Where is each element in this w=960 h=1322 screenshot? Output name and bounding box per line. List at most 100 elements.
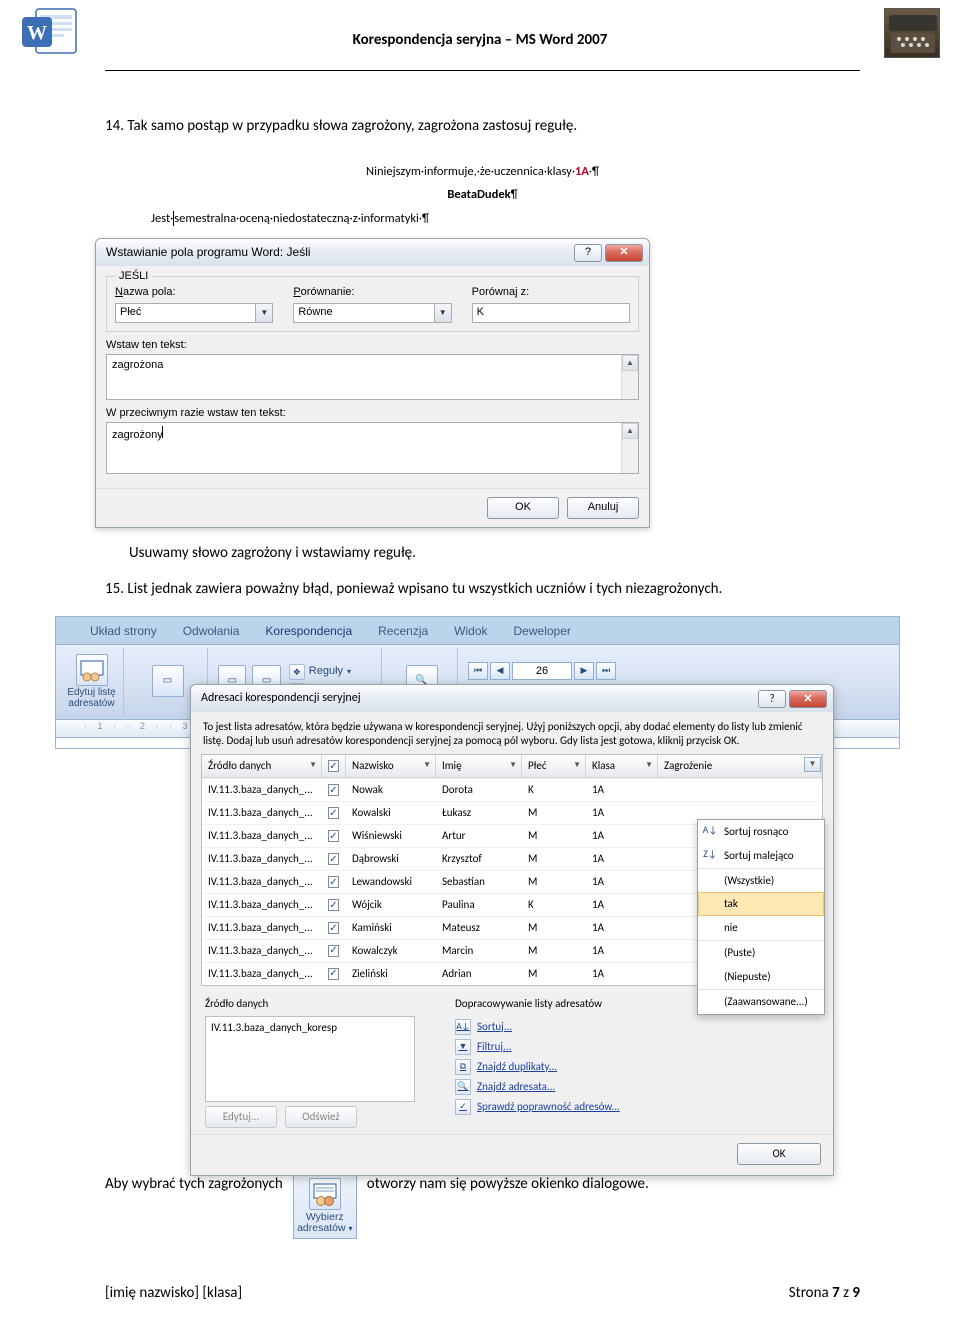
cell-firstname: Artur <box>436 825 522 847</box>
tab-mailings[interactable]: Korespondencja <box>261 620 356 643</box>
col-firstname[interactable]: Imię▼ <box>436 755 522 777</box>
scrollbar[interactable]: ▲ <box>621 355 638 399</box>
chevron-down-icon[interactable]: ▼ <box>645 760 653 772</box>
cell-check[interactable]: ✓ <box>322 871 346 893</box>
col-source[interactable]: Źródło danych▼ <box>202 755 322 777</box>
prev-record-button[interactable]: ◀ <box>490 662 510 680</box>
chevron-down-icon[interactable]: ▼ <box>309 760 317 772</box>
checkbox-icon[interactable]: ✓ <box>328 968 339 980</box>
filter-all-item[interactable]: (Wszystkie) <box>698 868 824 893</box>
col-risk[interactable]: Zagrożenie▼ <box>658 755 822 777</box>
checkbox-icon[interactable]: ✓ <box>328 760 339 772</box>
insert-text-input[interactable]: zagrożona ▲ <box>106 354 639 400</box>
filter-empty-item[interactable]: (Puste) <box>698 940 824 965</box>
select-recipients-button[interactable]: Wybierz adresatów ▾ <box>293 1174 357 1239</box>
input-value: zagrożona <box>112 359 163 371</box>
dialog-titlebar[interactable]: Adresaci korespondencji seryjnej ? ✕ <box>191 685 833 712</box>
help-button[interactable]: ? <box>758 690 786 708</box>
tab-references[interactable]: Odwołania <box>179 620 244 643</box>
compare-with-input[interactable]: K <box>472 303 630 323</box>
data-source-list[interactable]: IV.11.3.baza_danych_koresp <box>205 1016 415 1102</box>
cell-check[interactable]: ✓ <box>322 894 346 916</box>
ok-button[interactable]: OK <box>487 497 559 519</box>
else-text-input[interactable]: zagrożony ▲ <box>106 422 639 474</box>
checkbox-icon[interactable]: ✓ <box>328 807 339 819</box>
validate-icon: ✓ <box>455 1099 471 1115</box>
chevron-down-icon[interactable]: ▼ <box>434 304 451 322</box>
cell-check[interactable]: ✓ <box>322 802 346 824</box>
bottom-para-post: otworzy nam się powyższe okienko dialogo… <box>367 1174 649 1196</box>
cell-check[interactable]: ✓ <box>322 848 346 870</box>
chevron-down-icon[interactable]: ▼ <box>509 760 517 772</box>
tab-developer[interactable]: Deweloper <box>510 620 575 643</box>
close-button[interactable]: ✕ <box>789 690 827 708</box>
tab-view[interactable]: Widok <box>450 620 491 643</box>
col-class[interactable]: Klasa▼ <box>586 755 658 777</box>
tab-review[interactable]: Recenzja <box>374 620 432 643</box>
edit-source-button[interactable]: Edytuj... <box>205 1106 277 1128</box>
cell-class: 1A <box>586 779 658 801</box>
chevron-down-icon[interactable]: ▼ <box>423 760 431 772</box>
dialog-titlebar[interactable]: Wstawianie pola programu Word: Jeśli ? ✕ <box>96 239 649 266</box>
checkbox-icon[interactable]: ✓ <box>328 922 339 934</box>
link-label: Sprawdź poprawność adresów... <box>477 1099 620 1115</box>
field-name-combo[interactable]: Płeć ▼ <box>115 303 273 323</box>
cell-check[interactable]: ✓ <box>322 963 346 985</box>
scroll-up-icon[interactable]: ▲ <box>622 423 638 439</box>
cell-source: IV.11.3.baza_danych_... <box>202 825 322 847</box>
sort-desc-icon: Z↓ <box>702 847 718 863</box>
refresh-source-button[interactable]: Odśwież <box>285 1106 357 1128</box>
cancel-button[interactable]: Anuluj <box>567 497 639 519</box>
paragraph-14: 14. Tak samo postąp w przypadku słowa za… <box>105 116 860 138</box>
filter-advanced-item[interactable]: (Zaawansowane...) <box>698 989 824 1014</box>
col-check[interactable]: ✓ <box>322 755 346 777</box>
sort-link[interactable]: A↓Sortuj... <box>455 1018 620 1036</box>
fieldset-legend: JEŚLI <box>115 269 152 285</box>
dialog-title: Adresaci korespondencji seryjnej <box>201 690 755 707</box>
chevron-down-icon[interactable]: ▼ <box>804 757 821 772</box>
cell-check[interactable]: ✓ <box>322 779 346 801</box>
sort-asc-item[interactable]: A↓Sortuj rosnąco <box>698 820 824 844</box>
last-record-button[interactable]: ⏭ <box>596 662 616 680</box>
list-item[interactable]: IV.11.3.baza_danych_koresp <box>211 1021 337 1034</box>
col-lastname[interactable]: Nazwisko▼ <box>346 755 436 777</box>
link-label: Znajdź adresata... <box>477 1079 555 1095</box>
filter-icon: ▼ <box>455 1039 471 1055</box>
filter-nonempty-item[interactable]: (Niepuste) <box>698 965 824 989</box>
table-row[interactable]: IV.11.3.baza_danych_...✓NowakDorotaK1A <box>202 778 822 801</box>
cell-check[interactable]: ✓ <box>322 940 346 962</box>
filter-link[interactable]: ▼Filtruj... <box>455 1038 620 1056</box>
duplicates-link[interactable]: ⧉Znajdź duplikaty... <box>455 1058 620 1076</box>
rules-button[interactable]: ❖Reguły ▾ <box>287 663 375 681</box>
checkbox-icon[interactable]: ✓ <box>328 830 339 842</box>
record-counter[interactable]: 26 <box>512 662 572 680</box>
checkbox-icon[interactable]: ✓ <box>328 876 339 888</box>
filter-nie-item[interactable]: nie <box>698 916 824 940</box>
next-record-button[interactable]: ▶ <box>574 662 594 680</box>
cell-lastname: Wójcik <box>346 894 436 916</box>
scrollbar[interactable]: ▲ <box>621 423 638 473</box>
chevron-down-icon[interactable]: ▼ <box>255 304 272 322</box>
checkbox-icon[interactable]: ✓ <box>328 899 339 911</box>
doc-line-text: semestralna·oceną·niedostateczną·z·infor… <box>174 211 419 226</box>
scroll-up-icon[interactable]: ▲ <box>622 355 638 371</box>
col-sex[interactable]: Płeć▼ <box>522 755 586 777</box>
chevron-down-icon[interactable]: ▼ <box>573 760 581 772</box>
checkbox-icon[interactable]: ✓ <box>328 945 339 957</box>
comparison-combo[interactable]: Równe ▼ <box>293 303 451 323</box>
help-button[interactable]: ? <box>574 244 602 262</box>
cell-check[interactable]: ✓ <box>322 917 346 939</box>
checkbox-icon[interactable]: ✓ <box>328 784 339 796</box>
ok-button[interactable]: OK <box>737 1143 821 1165</box>
refine-label: Dopracowywanie listy adresatów <box>455 996 620 1012</box>
edit-recipients-button[interactable]: Edytuj listę adresatów <box>60 648 124 716</box>
validate-link[interactable]: ✓ Sprawdź poprawność adresów... <box>455 1098 620 1116</box>
cell-check[interactable]: ✓ <box>322 825 346 847</box>
close-button[interactable]: ✕ <box>605 244 643 262</box>
find-recipient-link[interactable]: 🔍Znajdź adresata... <box>455 1078 620 1096</box>
filter-tak-item[interactable]: tak <box>698 892 824 916</box>
checkbox-icon[interactable]: ✓ <box>328 853 339 865</box>
tab-layout[interactable]: Układ strony <box>86 620 161 643</box>
sort-desc-item[interactable]: Z↓Sortuj malejąco <box>698 844 824 868</box>
first-record-button[interactable]: ⏮ <box>468 662 488 680</box>
